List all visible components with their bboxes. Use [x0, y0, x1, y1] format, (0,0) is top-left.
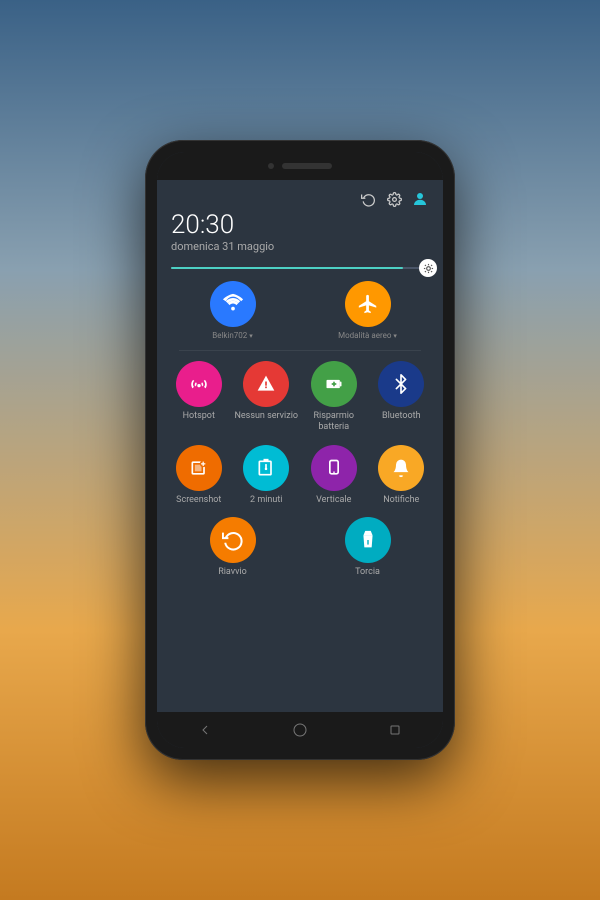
brightness-thumb [419, 259, 437, 277]
phone-top-hardware [157, 152, 443, 180]
toggle-screenshot[interactable]: Screenshot [165, 445, 233, 506]
toggle-vertical[interactable]: Verticale [300, 445, 368, 506]
date-display: domenica 31 maggio [171, 240, 429, 253]
settings-icon[interactable] [385, 190, 403, 208]
vertical-icon-circle [311, 445, 357, 491]
status-bar: 20:30 domenica 31 maggio [157, 180, 443, 259]
time-display: 20:30 [171, 212, 429, 238]
vertical-label: Verticale [316, 495, 351, 506]
timer-icon-circle [243, 445, 289, 491]
status-icons-row [171, 190, 429, 208]
screenshot-label: Screenshot [176, 495, 221, 506]
battery-saver-label: Risparmio batteria [300, 411, 368, 433]
home-button[interactable] [289, 719, 311, 741]
riavvio-icon-circle [210, 517, 256, 563]
toggle-airplane[interactable]: Modalità aereo ▾ [333, 281, 403, 340]
brightness-fill [171, 267, 403, 269]
hotspot-icon-circle [176, 361, 222, 407]
quick-toggles-panel: Belkin702 ▾ Modalità aereo [157, 277, 443, 712]
divider-1 [179, 350, 421, 351]
toggle-row-2: Hotspot Nessun servizio [165, 357, 435, 437]
toggle-no-service[interactable]: Nessun servizio [233, 361, 301, 422]
notifiche-label: Notifiche [383, 495, 419, 506]
recent-apps-button[interactable] [384, 719, 406, 741]
bottom-nav-bar [157, 712, 443, 748]
torcia-icon-circle [345, 517, 391, 563]
bluetooth-label: Bluetooth [382, 411, 421, 422]
speaker-grill [282, 163, 332, 169]
brightness-row[interactable] [157, 259, 443, 277]
toggle-row-3: Screenshot 2 minuti [165, 441, 435, 510]
phone-frame: 20:30 domenica 31 maggio [145, 140, 455, 760]
toggle-torcia[interactable]: Torcia [333, 517, 403, 578]
notifiche-icon-circle [378, 445, 424, 491]
riavvio-label: Riavvio [218, 567, 247, 578]
toggle-2min[interactable]: 2 minuti [233, 445, 301, 506]
toggle-notifiche[interactable]: Notifiche [368, 445, 436, 506]
toggle-row-wifi-airplane: Belkin702 ▾ Modalità aereo [165, 277, 435, 344]
camera-dot [268, 163, 274, 169]
hotspot-label: Hotspot [183, 411, 215, 422]
no-service-icon-circle [243, 361, 289, 407]
screen-content: 20:30 domenica 31 maggio [157, 180, 443, 712]
toggle-bluetooth[interactable]: Bluetooth [368, 361, 436, 422]
2min-label: 2 minuti [250, 495, 282, 506]
battery-saver-icon-circle [311, 361, 357, 407]
toggle-wifi[interactable]: Belkin702 ▾ [198, 281, 268, 340]
airplane-icon-circle [345, 281, 391, 327]
toggle-hotspot[interactable]: Hotspot [165, 361, 233, 422]
airplane-sublabel: Modalità aereo ▾ [338, 331, 397, 340]
no-service-label: Nessun servizio [234, 411, 298, 422]
wifi-icon-circle [210, 281, 256, 327]
back-button[interactable] [194, 719, 216, 741]
account-icon[interactable] [411, 190, 429, 208]
toggle-battery-saver[interactable]: Risparmio batteria [300, 361, 368, 433]
wifi-sublabel: Belkin702 ▾ [212, 331, 253, 340]
brightness-slider[interactable] [171, 267, 429, 269]
toggle-row-4: Riavvio Torcia [165, 513, 435, 582]
rotate-icon[interactable] [359, 190, 377, 208]
bluetooth-icon-circle [378, 361, 424, 407]
torcia-label: Torcia [355, 567, 380, 578]
phone-screen: 20:30 domenica 31 maggio [157, 152, 443, 748]
toggle-riavvio[interactable]: Riavvio [198, 517, 268, 578]
screenshot-icon-circle [176, 445, 222, 491]
